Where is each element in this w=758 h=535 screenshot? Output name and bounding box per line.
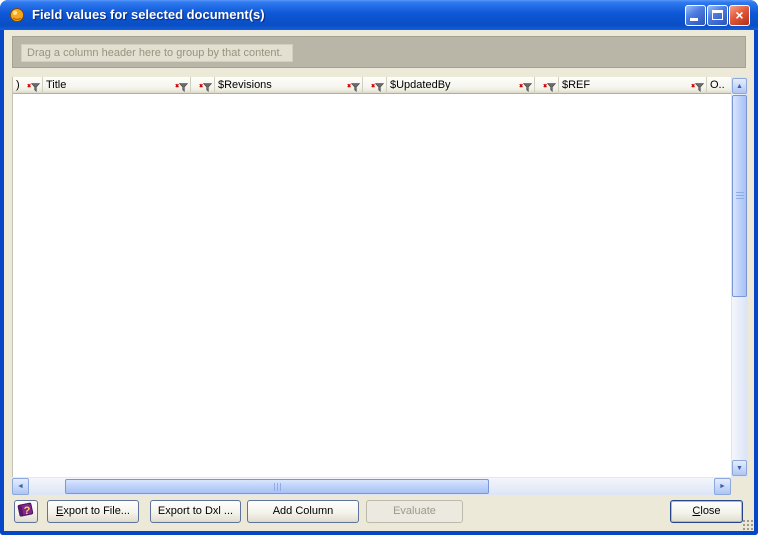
column-header-o[interactable]: O.. <box>707 77 732 94</box>
column-header-label: $UpdatedBy <box>390 79 451 91</box>
filter-icon[interactable] <box>691 81 704 94</box>
vertical-scroll-thumb[interactable] <box>732 95 747 297</box>
scroll-left-button[interactable]: ◄ <box>12 478 29 495</box>
window-title: Field values for selected document(s) <box>32 0 265 30</box>
column-header-upd_icon[interactable] <box>363 77 387 94</box>
scroll-up-button[interactable]: ▲ <box>732 78 747 94</box>
close-button[interactable]: Close <box>670 500 743 523</box>
thumb-grip <box>274 483 283 491</box>
field-values-grid: ) Title $Revisions $UpdatedBy $REF O.. <box>12 77 732 477</box>
filter-icon[interactable] <box>519 81 532 94</box>
filter-icon[interactable] <box>199 81 212 94</box>
filter-icon[interactable] <box>347 81 360 94</box>
column-header-ref_icon[interactable] <box>535 77 559 94</box>
thumb-grip <box>736 192 744 201</box>
help-button[interactable]: ? <box>14 500 38 523</box>
column-header-revisions[interactable]: $Revisions <box>215 77 363 94</box>
help-book-icon: ? <box>16 501 36 518</box>
column-header-c0[interactable]: ) <box>13 77 43 94</box>
filter-icon[interactable] <box>175 81 188 94</box>
filter-icon[interactable] <box>27 81 40 94</box>
group-by-hint: Drag a column header here to group by th… <box>21 44 293 62</box>
app-icon <box>9 7 25 23</box>
evaluate-button: Evaluate <box>366 500 463 523</box>
column-header-title[interactable]: Title <box>43 77 191 94</box>
column-header-label: $REF <box>562 79 590 91</box>
close-window-button[interactable]: × <box>729 5 750 26</box>
column-header-rev_icon[interactable] <box>191 77 215 94</box>
minimize-button[interactable] <box>685 5 706 26</box>
column-header-ref[interactable]: $REF <box>559 77 707 94</box>
scroll-right-button[interactable]: ► <box>714 478 731 495</box>
title-bar[interactable]: Field values for selected document(s) × <box>0 0 758 30</box>
svg-text:?: ? <box>24 505 31 517</box>
scroll-down-button[interactable]: ▼ <box>732 460 747 476</box>
filter-icon[interactable] <box>371 81 384 94</box>
grid-header-row: ) Title $Revisions $UpdatedBy $REF O.. <box>13 77 732 94</box>
column-header-label: O.. <box>710 79 725 91</box>
column-header-label: $Revisions <box>218 79 272 91</box>
close-icon: × <box>730 6 749 25</box>
group-by-bar[interactable]: Drag a column header here to group by th… <box>12 36 746 68</box>
resize-grip[interactable] <box>742 519 753 530</box>
dialog-window: Field values for selected document(s) × … <box>0 0 758 535</box>
horizontal-scroll-thumb[interactable] <box>65 479 489 494</box>
add-column-button[interactable]: Add Column <box>247 500 359 523</box>
column-header-label: Title <box>46 79 66 91</box>
maximize-button[interactable] <box>707 5 728 26</box>
minimize-icon <box>690 18 698 21</box>
horizontal-scrollbar[interactable]: ◄ ► <box>12 478 731 495</box>
vertical-scrollbar[interactable]: ▲ ▼ <box>731 77 748 477</box>
filter-icon[interactable] <box>543 81 556 94</box>
export-dxl-button[interactable]: Export to Dxl ... <box>150 500 241 523</box>
export-file-button[interactable]: Export to File... <box>47 500 139 523</box>
column-header-label: ) <box>16 79 20 91</box>
column-header-updated_by[interactable]: $UpdatedBy <box>387 77 535 94</box>
maximize-icon <box>712 10 723 20</box>
